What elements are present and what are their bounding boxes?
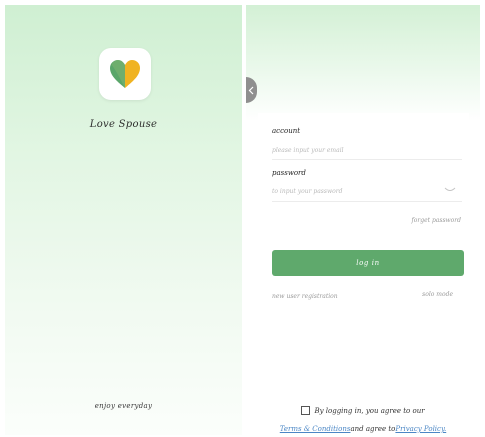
login-form: account password forget password log in … — [258, 113, 469, 353]
chevron-left-icon — [248, 86, 254, 94]
password-input[interactable] — [272, 184, 442, 198]
account-input[interactable] — [272, 143, 462, 157]
password-label: password — [272, 169, 306, 177]
account-label: account — [272, 127, 301, 135]
password-underline — [272, 201, 462, 202]
app-icon — [99, 48, 151, 100]
splash-screen: Love Spouse enjoy everyday — [5, 5, 242, 435]
solo-mode-link[interactable]: solo mode — [422, 291, 453, 298]
new-user-registration-link[interactable]: new user registration — [272, 293, 338, 300]
password-visibility-toggle[interactable] — [444, 186, 456, 194]
and-agree-text: and agree to — [350, 425, 396, 433]
agree-checkbox[interactable] — [301, 406, 311, 415]
agreement-text: By logging in, you agree to our — [314, 406, 425, 415]
terms-link[interactable]: Terms & Conditions — [280, 425, 351, 433]
login-screen: account password forget password log in … — [246, 5, 480, 435]
screenshot-stage: Love Spouse enjoy everyday account passw… — [0, 0, 485, 437]
account-underline — [272, 159, 462, 160]
heart-icon — [110, 60, 140, 88]
tagline: enjoy everyday — [94, 402, 153, 410]
eye-closed-icon — [444, 187, 456, 191]
app-name: Love Spouse — [89, 119, 158, 130]
privacy-link[interactable]: Privacy Policy. — [395, 425, 446, 433]
agreement-row: By logging in, you agree to our — [246, 406, 480, 415]
back-button[interactable] — [246, 77, 257, 103]
forget-password-link[interactable]: forget password — [412, 217, 461, 224]
terms-row: Terms & Conditionsand agree toPrivacy Po… — [246, 425, 480, 433]
login-button[interactable]: log in — [272, 250, 464, 276]
